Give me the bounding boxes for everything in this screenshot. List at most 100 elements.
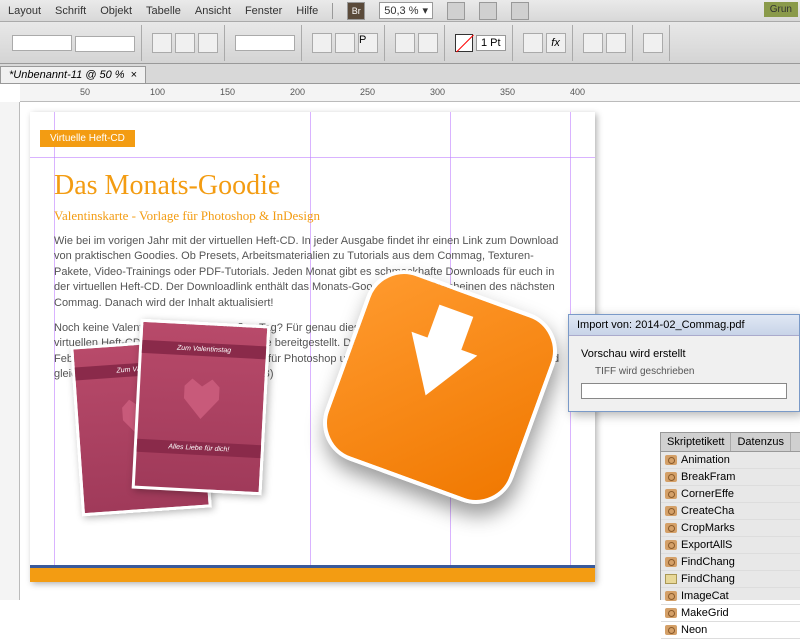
guide[interactable] [30, 157, 595, 158]
script-item[interactable]: FindChang [661, 571, 800, 588]
menu-layout[interactable]: Layout [8, 5, 41, 17]
script-item[interactable]: Animation [661, 452, 800, 469]
scripts-panel: Skriptetikett Datenzus Animation BreakFra… [660, 432, 800, 600]
tab-data-merge[interactable]: Datenzus [731, 433, 790, 451]
ruler-tick: 200 [290, 87, 305, 97]
tab-script-labels[interactable]: Skriptetikett [661, 433, 731, 451]
section-badge: Virtuelle Heft-CD [40, 130, 135, 147]
script-icon [665, 523, 677, 533]
screen-mode-icon[interactable] [479, 2, 497, 20]
workspace: Virtuelle Heft-CD Das Monats-Goodie Vale… [0, 102, 800, 600]
vertical-ruler [0, 102, 20, 600]
script-item[interactable]: MakeGrid [661, 605, 800, 622]
workspace-label[interactable]: Grun [764, 2, 798, 17]
menu-window[interactable]: Fenster [245, 5, 282, 17]
control-toolbar: P 1 Pt fx [0, 22, 800, 64]
document-tab[interactable]: *Unbenannt-11 @ 50 % × [0, 66, 146, 83]
script-label: FindChang [681, 556, 735, 568]
flip-h-icon[interactable] [175, 33, 195, 53]
dialog-substatus: TIFF wird geschrieben [595, 366, 787, 377]
menu-object[interactable]: Objekt [100, 5, 132, 17]
close-icon[interactable]: × [131, 69, 137, 81]
crop-icon[interactable] [643, 33, 663, 53]
card-ribbon: Alles Liebe für dich! [137, 439, 262, 458]
fill-swatch[interactable] [455, 34, 473, 52]
menu-view[interactable]: Ansicht [195, 5, 231, 17]
effects-icon[interactable] [523, 33, 543, 53]
x-field[interactable] [12, 35, 72, 51]
document-page[interactable]: Virtuelle Heft-CD Das Monats-Goodie Vale… [30, 112, 595, 582]
document-tabs: *Unbenannt-11 @ 50 % × [0, 64, 800, 84]
menu-help[interactable]: Hilfe [296, 5, 318, 17]
page-subhead: Valentinskarte - Vorlage für Photoshop &… [54, 208, 320, 224]
align-icon[interactable] [395, 33, 415, 53]
w-field[interactable] [235, 35, 295, 51]
y-field[interactable] [75, 36, 135, 52]
page-headline: Das Monats-Goodie [54, 170, 280, 202]
flip-v-icon[interactable] [198, 33, 218, 53]
placed-logo[interactable] [310, 257, 590, 537]
script-item[interactable]: ImageCat [661, 588, 800, 605]
card-ribbon: Zum Valentinstag [142, 340, 267, 359]
chevron-down-icon: ▾ [423, 4, 429, 17]
divider [332, 3, 333, 19]
ruler-tick: 300 [430, 87, 445, 97]
zoom-level[interactable]: 50,3 %▾ [379, 2, 433, 19]
horizontal-ruler: 50 100 150 200 250 300 350 400 [20, 84, 800, 102]
script-item[interactable]: FindChang [661, 554, 800, 571]
distribute-icon[interactable] [418, 33, 438, 53]
script-item[interactable]: CreateCha [661, 503, 800, 520]
page-footer [30, 568, 595, 582]
menu-bar: Layout Schrift Objekt Tabelle Ansicht Fe… [0, 0, 800, 22]
script-label: ExportAllS [681, 539, 732, 551]
heart-icon [175, 373, 228, 426]
bridge-icon[interactable]: Br [347, 2, 365, 20]
script-item[interactable]: Neon [661, 622, 800, 639]
view-mode-icon[interactable] [447, 2, 465, 20]
menu-table[interactable]: Tabelle [146, 5, 181, 17]
script-icon [665, 608, 677, 618]
text-wrap-icon[interactable] [583, 33, 603, 53]
script-label: MakeGrid [681, 607, 729, 619]
ruler-tick: 100 [150, 87, 165, 97]
constrain-icon[interactable] [152, 33, 172, 53]
script-icon [665, 472, 677, 482]
stroke-weight[interactable]: 1 Pt [476, 35, 506, 51]
script-icon [665, 557, 677, 567]
script-item[interactable]: CornerEffe [661, 486, 800, 503]
tab-label: *Unbenannt-11 @ 50 % [9, 69, 125, 81]
valentine-card: Zum Valentinstag Alles Liebe für dich! [132, 319, 271, 496]
script-label: ImageCat [681, 590, 729, 602]
script-icon [665, 489, 677, 499]
script-label: BreakFram [681, 471, 735, 483]
corner-icon[interactable] [606, 33, 626, 53]
pathfinder-icon[interactable]: P [358, 33, 378, 53]
script-item[interactable]: BreakFram [661, 469, 800, 486]
script-label: Neon [681, 624, 707, 636]
script-item[interactable]: ExportAllS [661, 537, 800, 554]
script-label: FindChang [681, 573, 735, 585]
menu-font[interactable]: Schrift [55, 5, 86, 17]
fx-icon[interactable]: fx [546, 33, 566, 53]
ruler-tick: 250 [360, 87, 375, 97]
script-icon [665, 506, 677, 516]
progress-bar [581, 383, 787, 399]
arrange-icon[interactable] [511, 2, 529, 20]
dialog-title: Import von: 2014-02_Commag.pdf [569, 315, 799, 336]
card-preview: Zum Valentin Zum Valentinstag Alles Lieb… [76, 322, 286, 522]
shear-icon[interactable] [335, 33, 355, 53]
ruler-tick: 150 [220, 87, 235, 97]
script-label: CornerEffe [681, 488, 734, 500]
script-icon [665, 455, 677, 465]
rotate-icon[interactable] [312, 33, 332, 53]
script-icon [665, 625, 677, 635]
dialog-status: Vorschau wird erstellt [581, 348, 787, 360]
panel-tabs: Skriptetikett Datenzus [661, 433, 800, 452]
script-item[interactable]: CropMarks [661, 520, 800, 537]
script-label: CropMarks [681, 522, 735, 534]
ruler-tick: 350 [500, 87, 515, 97]
script-label: CreateCha [681, 505, 734, 517]
folder-icon [665, 574, 677, 584]
import-dialog: Import von: 2014-02_Commag.pdf Vorschau … [568, 314, 800, 412]
ruler-tick: 50 [80, 87, 90, 97]
